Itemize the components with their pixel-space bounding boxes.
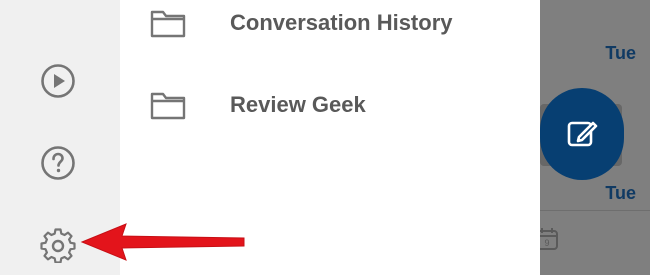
folder-icon — [150, 10, 186, 38]
folder-item-review-geek[interactable]: Review Geek — [120, 80, 540, 130]
gear-icon[interactable] — [40, 227, 76, 263]
list-divider — [540, 210, 650, 211]
folder-icon — [150, 92, 186, 120]
folder-item-conversation-history[interactable]: Conversation History — [120, 0, 540, 48]
annotation-arrow — [80, 223, 245, 261]
message-date: Tue — [605, 43, 636, 63]
compose-button[interactable] — [540, 88, 624, 180]
play-icon[interactable] — [40, 63, 76, 99]
message-date: Tue — [605, 183, 636, 203]
help-icon[interactable] — [40, 145, 76, 181]
svg-text:9: 9 — [544, 238, 549, 248]
folder-label: Review Geek — [230, 92, 366, 117]
screen: Tue Tue 9 Conversation History Review Ge… — [0, 0, 650, 275]
compose-pencil-icon — [567, 121, 598, 147]
folder-label: Conversation History — [230, 10, 453, 35]
